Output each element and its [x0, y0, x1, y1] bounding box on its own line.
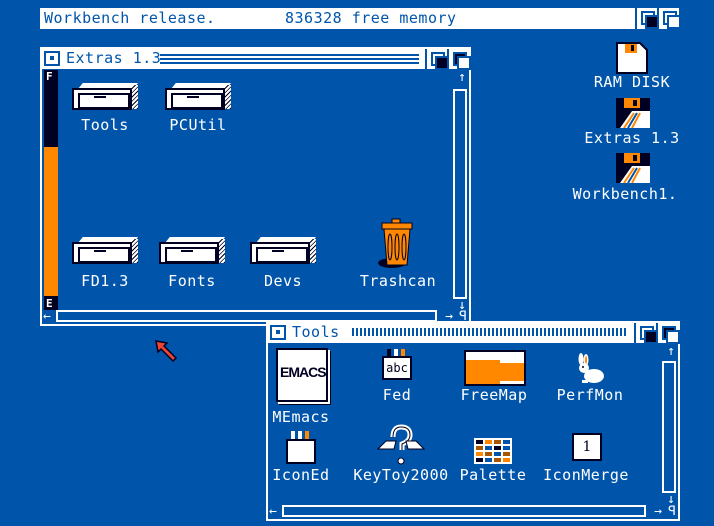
- iconmerge-icon: 1: [572, 431, 604, 461]
- disk-fuel-gauge: F E: [44, 70, 58, 310]
- icon-label: FreeMap: [460, 386, 528, 404]
- icon-label: Tools: [81, 116, 129, 134]
- floppy-disk-icon: [616, 98, 650, 128]
- window-depth-front-button[interactable]: [425, 49, 449, 70]
- freemap-icon: [464, 350, 526, 386]
- close-button[interactable]: [270, 325, 286, 340]
- window-depth-back-button[interactable]: [447, 49, 471, 70]
- scroll-right-arrow-icon[interactable]: →: [654, 505, 662, 518]
- extras-window: Extras 1.3 F E ↑ ↓ ← → ꟼ Tools PCUtil FD…: [40, 47, 471, 326]
- icon-label: Palette: [459, 466, 527, 484]
- mouse-pointer-icon: [155, 340, 178, 362]
- icon-label: IconMerge: [543, 466, 629, 484]
- title-stripes: [160, 54, 419, 64]
- workbench-release-text: Workbench release.: [44, 9, 216, 27]
- window-depth-front-button[interactable]: [634, 323, 658, 344]
- window-depth-back-button[interactable]: [656, 323, 680, 344]
- icon-label: FD1.3: [81, 272, 129, 290]
- drawer-icon: [72, 83, 140, 111]
- scroll-up-arrow-icon[interactable]: ↑: [667, 345, 675, 358]
- drawer-icon: [165, 83, 233, 111]
- resize-gadget-icon[interactable]: ꟼ: [668, 505, 676, 518]
- floppy-disk-icon: [616, 153, 650, 183]
- icon-label: PerfMon: [556, 386, 624, 404]
- icon-label: Devs: [263, 272, 303, 290]
- scroll-left-arrow-icon[interactable]: ←: [43, 310, 51, 323]
- desktop-icon-label: Workbench1.: [572, 185, 678, 203]
- icon-label: Fonts: [168, 272, 216, 290]
- close-button[interactable]: [44, 51, 60, 66]
- window-title: Tools: [292, 323, 340, 341]
- drawer-icon: [72, 237, 140, 265]
- font-editor-icon: abc: [382, 349, 412, 381]
- desktop-icon-label: RAM DISK: [593, 73, 671, 91]
- back-gadget-icon: [667, 15, 681, 29]
- drawer-icon: [250, 237, 318, 265]
- keyboard-question-icon: [376, 424, 426, 465]
- gauge-used-fill: [44, 147, 58, 296]
- scroll-left-arrow-icon[interactable]: ←: [269, 505, 277, 518]
- icon-label: IconEd: [272, 466, 330, 484]
- tools-title-bar[interactable]: Tools: [268, 323, 680, 344]
- title-stripes: [352, 328, 626, 336]
- icon-label: Fed: [382, 386, 412, 404]
- screen-title-bar[interactable]: Workbench release. 836328 free memory: [40, 8, 681, 29]
- tools-window: Tools ↑ ↓ ← → ꟼ EMACS MEmacs abc Fed Fre…: [266, 321, 680, 521]
- trashcan-icon: [378, 218, 413, 268]
- gauge-full-label: F: [46, 70, 53, 83]
- rabbit-icon: [578, 353, 604, 383]
- icon-label: PCUtil: [169, 116, 227, 134]
- icon-editor-icon: [286, 431, 318, 465]
- screen-depth-front-button[interactable]: [635, 8, 659, 29]
- vertical-scrollbar[interactable]: [453, 89, 467, 299]
- emacs-notepad-icon: EMACS: [276, 348, 328, 402]
- palette-icon: [474, 438, 512, 464]
- window-title: Extras 1.3: [66, 49, 162, 67]
- icon-label: MEmacs: [272, 408, 330, 426]
- horizontal-scrollbar[interactable]: [282, 505, 646, 517]
- ram-disk-icon: [616, 42, 648, 74]
- icon-label: Trashcan: [359, 272, 437, 290]
- vertical-scrollbar[interactable]: [662, 361, 676, 493]
- free-memory-text: 836328 free memory: [285, 9, 457, 27]
- extras-title-bar[interactable]: Extras 1.3: [42, 49, 471, 70]
- desktop-icon-label: Extras 1.3: [584, 129, 680, 147]
- icon-label: KeyToy2000: [353, 466, 449, 484]
- screen-depth-back-button[interactable]: [657, 8, 681, 29]
- scroll-up-arrow-icon[interactable]: ↑: [458, 71, 466, 84]
- drawer-icon: [159, 237, 227, 265]
